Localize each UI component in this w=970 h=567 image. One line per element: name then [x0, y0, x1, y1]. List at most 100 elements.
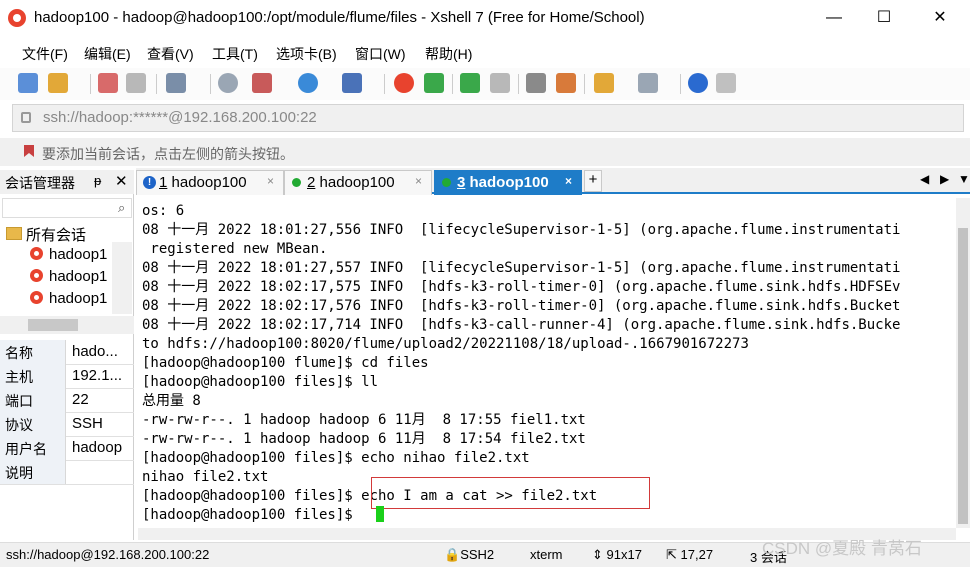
new-session-icon[interactable]: [18, 73, 38, 93]
status-protocol: 🔒SSH2: [444, 547, 494, 563]
property-key: 用户名: [0, 436, 66, 460]
menu-window[interactable]: 窗口(W): [355, 44, 406, 64]
cursor-pos-icon: ⇱: [666, 547, 681, 562]
property-value: SSH: [72, 415, 103, 432]
tree-root[interactable]: 所有会话: [6, 224, 86, 246]
property-row: 主机 192.1...: [0, 364, 134, 389]
tab-title: hadoop100: [319, 174, 395, 191]
tab-scroll-left-icon[interactable]: ◀: [920, 172, 929, 186]
tab-bar: ! 1 hadoop100 × 2 hadoop100 × 3 hadoop10…: [136, 168, 970, 195]
toolbar-separator: [156, 74, 157, 94]
maximize-button[interactable]: ☐: [860, 0, 908, 36]
add-folder-icon[interactable]: [594, 73, 614, 93]
property-row: 端口 22: [0, 388, 134, 413]
property-value: 22: [72, 391, 89, 408]
lock-icon: [21, 112, 31, 123]
status-size: ⇕ 91x17: [592, 547, 642, 563]
xshell-icon[interactable]: [394, 73, 414, 93]
session-label: hadoop1: [49, 290, 108, 307]
toolbar-separator: [518, 74, 519, 94]
xftp-icon[interactable]: [424, 73, 444, 93]
session-item[interactable]: hadoop1: [30, 290, 110, 312]
property-value: [67, 460, 134, 484]
xshell-session-icon: [30, 247, 43, 260]
open-folder-icon[interactable]: [48, 73, 68, 93]
close-button[interactable]: ✕: [916, 0, 964, 36]
xshell-logo-icon: [8, 9, 26, 27]
toolbar-separator: [452, 74, 453, 94]
property-value: hadoop: [72, 439, 123, 456]
tab-list-icon[interactable]: ▼: [958, 172, 970, 186]
status-connection: ssh://hadoop@192.168.200.100:22: [6, 547, 210, 562]
protocol-label: SSH2: [460, 547, 495, 562]
tab-label: 1 hadoop100: [159, 174, 247, 191]
toolbar-separator: [680, 74, 681, 94]
disconnect-icon[interactable]: [98, 73, 118, 93]
menu-tabs[interactable]: 选项卡(B): [276, 44, 337, 64]
menu-tools[interactable]: 工具(T): [212, 44, 258, 64]
resize-icon: ⇕: [592, 547, 607, 562]
menu-file[interactable]: 文件(F): [22, 44, 68, 64]
session-search-input[interactable]: ⌕: [2, 198, 132, 218]
tab-session-2[interactable]: 2 hadoop100 ×: [284, 170, 432, 195]
compose-icon[interactable]: [556, 73, 576, 93]
session-item[interactable]: hadoop1: [30, 246, 110, 268]
tab-label: 2 hadoop100: [307, 174, 395, 191]
session-manager-header: 会话管理器 ᵽ ✕: [0, 170, 134, 194]
properties-icon[interactable]: [166, 73, 186, 93]
cursor-label: 17,27: [680, 547, 714, 562]
hint-bar: 要添加当前会话，点击左侧的箭头按钮。: [0, 138, 970, 166]
tab-session-3[interactable]: 3 hadoop100 ×: [434, 170, 582, 195]
layout-icon[interactable]: [638, 73, 658, 93]
help-icon[interactable]: [688, 73, 708, 93]
status-terminal-type: xterm: [530, 547, 563, 562]
link-icon[interactable]: [126, 73, 146, 93]
toolbar-separator: [210, 74, 211, 94]
tab-close-icon[interactable]: ×: [415, 174, 422, 188]
terminal-scroll-thumb[interactable]: [958, 228, 968, 524]
tab-close-icon[interactable]: ×: [267, 174, 274, 188]
tree-scrollbar[interactable]: [112, 242, 132, 314]
globe-icon[interactable]: [298, 73, 318, 93]
pin-icon[interactable]: ᵽ: [94, 173, 101, 188]
property-value: 192.1...: [72, 367, 123, 384]
keyboard-icon[interactable]: [526, 73, 546, 93]
tab-session-1[interactable]: ! 1 hadoop100 ×: [136, 170, 284, 195]
close-icon[interactable]: ✕: [115, 172, 128, 190]
tab-scroll-right-icon[interactable]: ▶: [940, 172, 949, 186]
menu-help[interactable]: 帮助(H): [425, 44, 472, 64]
address-input[interactable]: ssh://hadoop:******@192.168.200.100:22: [43, 109, 317, 126]
chat-icon[interactable]: [716, 73, 736, 93]
add-tab-button[interactable]: +: [584, 170, 602, 192]
terminal-cursor: [376, 506, 384, 522]
scroll-thumb[interactable]: [28, 319, 78, 331]
property-row: 名称 hado...: [0, 340, 134, 365]
minimize-button[interactable]: —: [810, 0, 858, 36]
property-row: 说明: [0, 460, 134, 485]
size-label: 91x17: [606, 547, 642, 562]
font-icon[interactable]: [342, 73, 362, 93]
property-key: 端口: [0, 388, 66, 412]
toolbar: [0, 68, 970, 100]
menu-view[interactable]: 查看(V): [147, 44, 194, 64]
property-key: 协议: [0, 412, 66, 436]
toolbar-separator: [384, 74, 385, 94]
lock-icon[interactable]: [490, 73, 510, 93]
command-highlight-box: [371, 477, 650, 509]
session-label: hadoop1: [49, 246, 108, 263]
property-row: 协议 SSH: [0, 412, 134, 437]
warning-icon: !: [143, 176, 156, 189]
tab-close-icon[interactable]: ×: [565, 174, 572, 188]
tree-horizontal-scrollbar[interactable]: [0, 316, 134, 334]
transfer-icon[interactable]: [252, 73, 272, 93]
address-bar[interactable]: ssh://hadoop:******@192.168.200.100:22: [12, 104, 964, 132]
tab-number: 2: [307, 174, 316, 191]
property-key: 主机: [0, 364, 66, 388]
fullscreen-icon[interactable]: [460, 73, 480, 93]
session-item[interactable]: hadoop1: [30, 268, 110, 290]
bookmark-arrow-icon[interactable]: [22, 144, 36, 158]
window-title: hadoop100 - hadoop@hadoop100:/opt/module…: [34, 9, 645, 26]
menu-edit[interactable]: 编辑(E): [84, 44, 131, 64]
menu-bar: 文件(F) 编辑(E) 查看(V) 工具(T) 选项卡(B) 窗口(W) 帮助(…: [0, 38, 970, 66]
find-icon[interactable]: [218, 73, 238, 93]
